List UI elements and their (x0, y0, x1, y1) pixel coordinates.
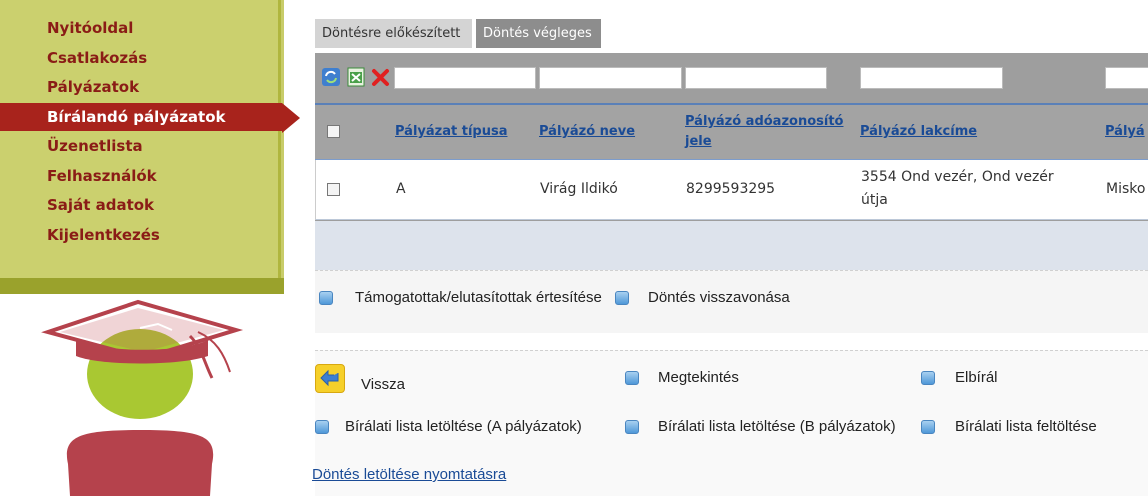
action-label: Bírálati lista letöltése (A pályázatok) (345, 418, 582, 435)
refresh-icon[interactable] (321, 67, 341, 87)
download-list-b-action[interactable]: Bírálati lista letöltése (B pályázatok) (625, 417, 915, 437)
evaluate-action[interactable]: Elbírál (921, 368, 1041, 388)
filter-palyazo-neve[interactable] (539, 67, 682, 89)
filter-palyazat-tipusa[interactable] (394, 67, 536, 89)
sidebar-item-kijelentkezes[interactable]: Kijelentkezés (0, 221, 281, 249)
action-label: Döntés visszavonása (648, 289, 790, 306)
download-list-a-action[interactable]: Bírálati lista letöltése (A pályázatok) (315, 417, 605, 437)
tab-dontes-vegleges[interactable]: Döntés végleges (476, 19, 601, 48)
sidebar-menu: Nyitóoldal Csatlakozás Pályázatok Bírála… (0, 0, 282, 278)
back-action[interactable]: Vissza (315, 364, 445, 402)
sidebar-item-uzenetlista[interactable]: Üzenetlista (0, 132, 281, 160)
cell-lakcim: 3554 Ond vezér, Ond vezér útja (861, 169, 1054, 208)
print-decision-link[interactable]: Döntés letöltése nyomtatásra (312, 466, 506, 483)
view-action[interactable]: Megtekintés (625, 368, 775, 388)
column-header-palyazo-neve[interactable]: Pályázó neve (539, 122, 659, 142)
sidebar-item-felhasznalok[interactable]: Felhasználók (0, 162, 281, 190)
action-label: Bírálati lista feltöltése (955, 418, 1097, 435)
action-label: Bírálati lista letöltése (B pályázatok) (658, 418, 896, 435)
sidebar: Nyitóoldal Csatlakozás Pályázatok Bírála… (0, 0, 284, 294)
grid-empty-area (315, 221, 1148, 270)
cell-truncated: Misko (1106, 181, 1146, 197)
mascot-graduate-illustration (40, 296, 250, 496)
action-label: Támogatottak/elutasítottak értesítése (355, 289, 602, 306)
select-all-checkbox[interactable] (327, 125, 340, 138)
bullet-icon (921, 371, 935, 385)
notify-supported-rejected-action[interactable]: Támogatottak/elutasítottak értesítése (319, 288, 609, 308)
column-header-truncated[interactable]: Pályá (1105, 122, 1148, 142)
delete-icon[interactable] (371, 67, 391, 87)
upload-list-action[interactable]: Bírálati lista feltöltése (921, 417, 1141, 437)
back-arrow-icon[interactable] (315, 364, 345, 393)
bullet-icon (625, 371, 639, 385)
sidebar-item-csatlakozas[interactable]: Csatlakozás (0, 44, 281, 72)
sidebar-item-palyazatok[interactable]: Pályázatok (0, 73, 281, 101)
tab-dontesre-elokeszitett[interactable]: Döntésre előkészített (315, 19, 472, 48)
table-row[interactable]: A Virág Ildikó 8299593295 3554 Ond vezér… (315, 160, 1148, 220)
action-label: Vissza (361, 376, 405, 393)
cell-palyazat-tipusa: A (396, 181, 406, 197)
grid-header-row: Pályázat típusa Pályázó neve Pályázó adó… (315, 103, 1148, 160)
decision-actions-panel: Támogatottak/elutasítottak értesítése Dö… (315, 270, 1148, 333)
bullet-icon (315, 420, 329, 434)
cell-palyazo-neve: Virág Ildikó (540, 181, 618, 197)
sidebar-item-sajat-adatok[interactable]: Saját adatok (0, 191, 281, 219)
column-header-lakcim[interactable]: Pályázó lakcíme (860, 122, 1000, 142)
list-actions-panel: Vissza Megtekintés Elbírál Bírálati list… (312, 350, 1148, 496)
column-header-palyazat-tipusa[interactable]: Pályázat típusa (395, 122, 515, 142)
sidebar-footer-bar (0, 278, 284, 294)
filter-extra-column[interactable] (1105, 67, 1148, 89)
bullet-icon (625, 420, 639, 434)
active-item-arrow (282, 103, 300, 133)
cell-adoazonosito: 8299593295 (686, 181, 776, 197)
sidebar-item-biralando-palyazatok[interactable]: Bírálandó pályázatok (0, 103, 282, 131)
bullet-icon (615, 291, 629, 305)
applications-grid: Pályázat típusa Pályázó neve Pályázó adó… (315, 53, 1148, 270)
bullet-icon (319, 291, 333, 305)
column-header-adoazonosito[interactable]: Pályázó adóazonosító jele (685, 112, 845, 152)
revoke-decision-action[interactable]: Döntés visszavonása (615, 288, 815, 308)
row-checkbox[interactable] (327, 183, 340, 196)
excel-export-icon[interactable] (346, 67, 366, 87)
bullet-icon (921, 420, 935, 434)
sidebar-item-nyitooldal[interactable]: Nyitóoldal (0, 14, 281, 42)
action-label: Megtekintés (658, 369, 739, 386)
action-label: Elbírál (955, 369, 998, 386)
filter-adoazonosito[interactable] (685, 67, 827, 89)
filter-lakcim[interactable] (860, 67, 1003, 89)
grid-toolbar (315, 53, 1148, 103)
